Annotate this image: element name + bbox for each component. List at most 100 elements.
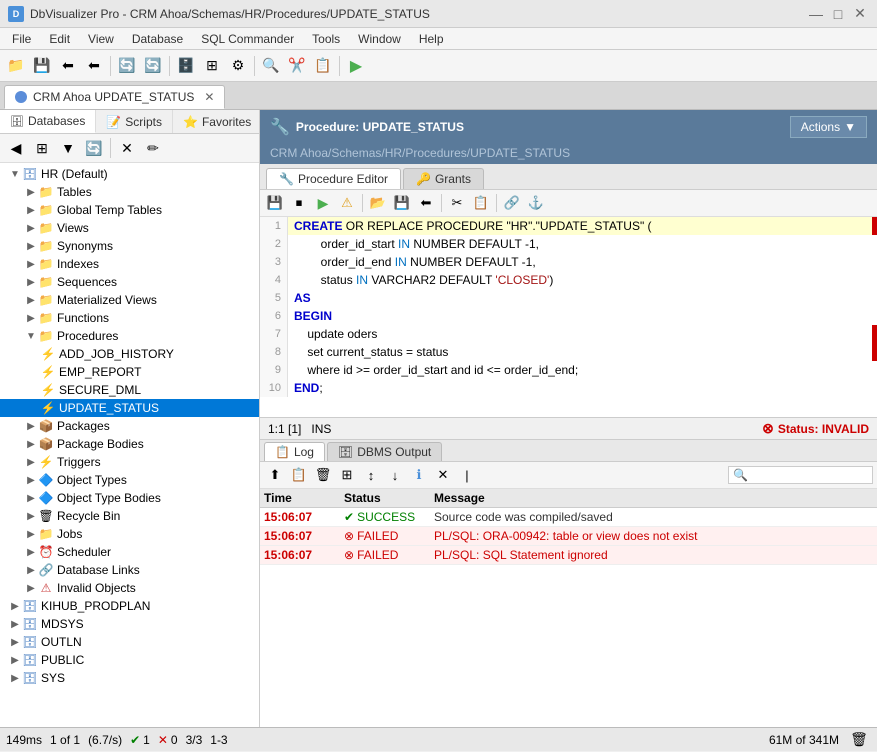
log-search-input[interactable] [748,469,868,481]
toolbar-btn-8[interactable]: ✂️ [285,54,309,78]
tree-toggle-procedures[interactable]: ▼ [24,329,38,343]
log-row-2[interactable]: 15:06:07 ⊗ FAILED PL/SQL: ORA-00942: tab… [260,527,877,546]
tree-node-synonyms[interactable]: ▶ 📁 Synonyms [0,237,259,255]
tree-node-views[interactable]: ▶ 📁 Views [0,219,259,237]
tree-toggle-functions[interactable]: ▶ [24,311,38,325]
tree-toggle-pkg-bodies[interactable]: ▶ [24,437,38,451]
tree-node-sys[interactable]: ▶ 🗄 SYS [0,669,259,687]
tree-node-kihub[interactable]: ▶ 🗄 KIHUB_PRODPLAN [0,597,259,615]
toolbar-btn-7[interactable]: 🔍 [259,54,283,78]
left-tab-scripts[interactable]: 📝 Scripts [96,110,173,133]
toolbar-btn-grid[interactable]: ⊞ [200,54,224,78]
ed-save2-btn[interactable]: 💾 [391,192,413,214]
tree-node-sequences[interactable]: ▶ 📁 Sequences [0,273,259,291]
tree-node-emp-report[interactable]: ⚡ EMP_REPORT [0,363,259,381]
close-button[interactable]: ✕ [851,5,869,23]
tree-toggle-indexes[interactable]: ▶ [24,257,38,271]
log-btn-3[interactable]: 🗑 [312,464,334,486]
main-tab-crm-ahoa[interactable]: CRM Ahoa UPDATE_STATUS ✕ [4,85,225,109]
tree-toggle-outln[interactable]: ▶ [8,635,22,649]
tree-node-secure-dml[interactable]: ⚡ SECURE_DML [0,381,259,399]
menu-sql-commander[interactable]: SQL Commander [193,30,302,48]
tree-toggle-obj-type-bodies[interactable]: ▶ [24,491,38,505]
ed-anchor-btn[interactable]: ⚓ [525,192,547,214]
left-toolbar-filter[interactable]: ▼ [56,136,80,160]
log-btn-7[interactable]: ✕ [432,464,454,486]
toolbar-btn-3[interactable]: ⬅ [56,54,80,78]
tree-node-procedures[interactable]: ▼ 📁 Procedures [0,327,259,345]
left-toolbar-refresh[interactable]: 🔄 [82,136,106,160]
tree-toggle-public[interactable]: ▶ [8,653,22,667]
menu-file[interactable]: File [4,30,39,48]
toolbar-btn-4[interactable]: ⬅ [82,54,106,78]
tree-node-scheduler[interactable]: ▶ ⏰ Scheduler [0,543,259,561]
toolbar-btn-settings[interactable]: ⚙ [226,54,250,78]
ed-link-btn[interactable]: 🔗 [501,192,523,214]
menu-tools[interactable]: Tools [304,30,348,48]
tree-toggle-mat-views[interactable]: ▶ [24,293,38,307]
tree-node-outln[interactable]: ▶ 🗄 OUTLN [0,633,259,651]
toolbar-btn-9[interactable]: 📋 [311,54,335,78]
tree-toggle-tables[interactable]: ▶ [24,185,38,199]
log-btn-2[interactable]: 📋 [288,464,310,486]
tree-node-functions[interactable]: ▶ 📁 Functions [0,309,259,327]
tree-toggle-mdsys[interactable]: ▶ [8,617,22,631]
tree-node-mdsys[interactable]: ▶ 🗄 MDSYS [0,615,259,633]
left-toolbar-edit[interactable]: ✏ [141,136,165,160]
left-tab-favorites[interactable]: ⭐ Favorites [173,110,260,133]
tree-toggle-recycle[interactable]: ▶ [24,509,38,523]
toolbar-run-btn[interactable]: ▶ [344,54,368,78]
log-tab-log[interactable]: 📋 Log [264,442,325,461]
left-toolbar-back[interactable]: ◀ [4,136,28,160]
menu-edit[interactable]: Edit [41,30,78,48]
tree-toggle-triggers[interactable]: ▶ [24,455,38,469]
tab-close-btn[interactable]: ✕ [204,90,214,104]
tree-toggle-sequences[interactable]: ▶ [24,275,38,289]
toolbar-btn-6[interactable]: 🔄 [141,54,165,78]
tree-node-tables[interactable]: ▶ 📁 Tables [0,183,259,201]
tree-node-indexes[interactable]: ▶ 📁 Indexes [0,255,259,273]
log-row-1[interactable]: 15:06:07 ✔ SUCCESS Source code was compi… [260,508,877,527]
tree-toggle-kihub[interactable]: ▶ [8,599,22,613]
tree-node-hr[interactable]: ▼ 🗄 HR (Default) [0,165,259,183]
tree-node-triggers[interactable]: ▶ ⚡ Triggers [0,453,259,471]
log-tab-dbms[interactable]: 🗄 DBMS Output [327,442,442,461]
log-btn-6[interactable]: ↓ [384,464,406,486]
tree-node-jobs[interactable]: ▶ 📁 Jobs [0,525,259,543]
toolbar-btn-2[interactable]: 💾 [30,54,54,78]
maximize-button[interactable]: □ [829,5,847,23]
ed-warn-btn[interactable]: ⚠ [336,192,358,214]
tree-node-recycle-bin[interactable]: ▶ 🗑 Recycle Bin [0,507,259,525]
log-btn-4[interactable]: ⊞ [336,464,358,486]
tree-toggle-db-links[interactable]: ▶ [24,563,38,577]
ed-open-btn[interactable]: 📂 [367,192,389,214]
menu-view[interactable]: View [80,30,122,48]
tree-node-pkg-bodies[interactable]: ▶ 📦 Package Bodies [0,435,259,453]
actions-button[interactable]: Actions ▼ [790,116,867,138]
tree-toggle-scheduler[interactable]: ▶ [24,545,38,559]
log-btn-8[interactable]: | [456,464,478,486]
toolbar-btn-1[interactable]: 📁 [4,54,28,78]
log-row-3[interactable]: 15:06:07 ⊗ FAILED PL/SQL: SQL Statement … [260,546,877,565]
tree-node-packages[interactable]: ▶ 📦 Packages [0,417,259,435]
ed-cut-btn[interactable]: ✂ [446,192,468,214]
left-toolbar-expand[interactable]: ⊞ [30,136,54,160]
tree-toggle-views[interactable]: ▶ [24,221,38,235]
log-btn-info[interactable]: ℹ [408,464,430,486]
menu-window[interactable]: Window [350,30,409,48]
ed-stop-btn[interactable]: ⏹ [288,192,310,214]
ed-run-btn[interactable]: ▶ [312,192,334,214]
tree-toggle-hr[interactable]: ▼ [8,167,22,181]
toolbar-btn-db[interactable]: 🗄️ [174,54,198,78]
inner-tab-proc-editor[interactable]: 🔧 Procedure Editor [266,168,401,189]
left-toolbar-delete[interactable]: ✕ [115,136,139,160]
menu-database[interactable]: Database [124,30,191,48]
tree-toggle-obj-types[interactable]: ▶ [24,473,38,487]
menu-help[interactable]: Help [411,30,452,48]
ed-copy-btn[interactable]: 📋 [470,192,492,214]
tree-node-public[interactable]: ▶ 🗄 PUBLIC [0,651,259,669]
tree-node-obj-type-bodies[interactable]: ▶ 🔷 Object Type Bodies [0,489,259,507]
log-search-box[interactable]: 🔍 [728,466,873,484]
bottom-trash-btn[interactable]: 🗑 [847,728,871,752]
minimize-button[interactable]: — [807,5,825,23]
